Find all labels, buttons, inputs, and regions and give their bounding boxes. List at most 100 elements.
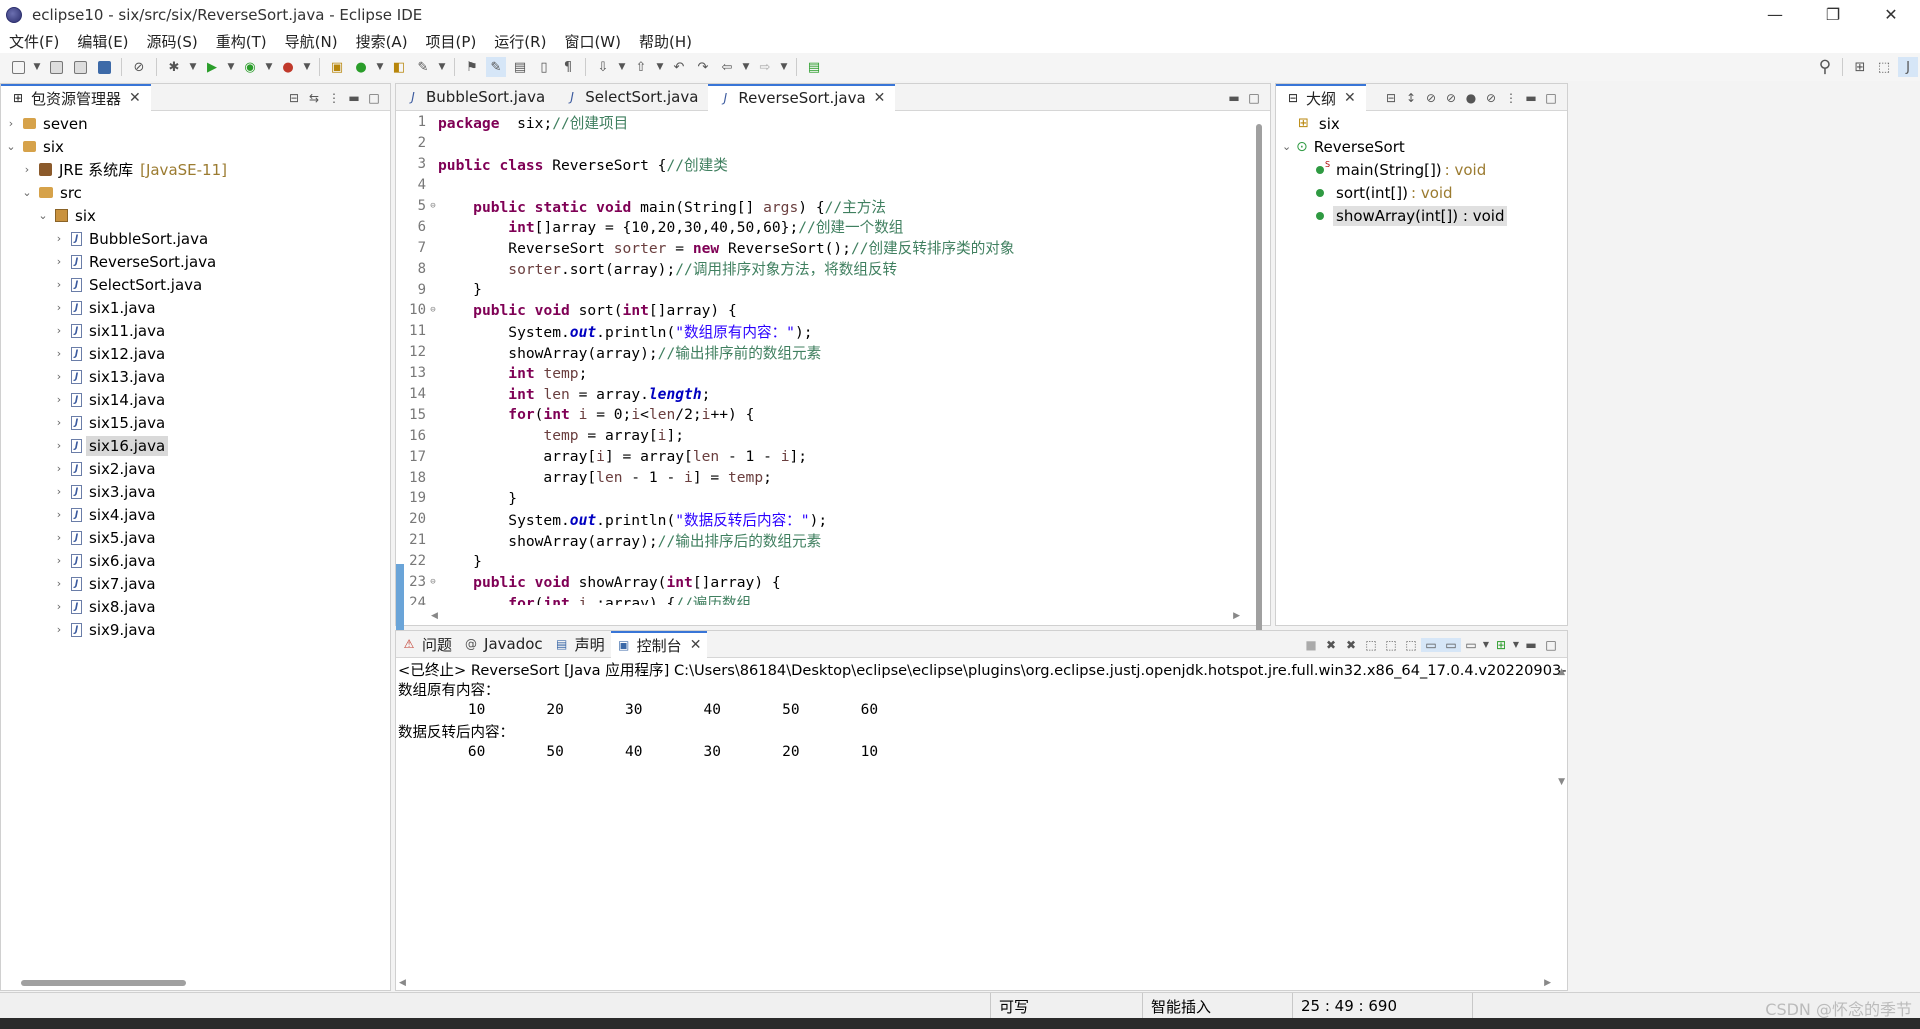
restore-button[interactable]: ❐ bbox=[1804, 0, 1862, 29]
menu-item[interactable]: 重构(T) bbox=[207, 31, 276, 52]
menu-item[interactable]: 项目(P) bbox=[417, 31, 486, 52]
next-annotation-icon[interactable]: ⇩ bbox=[593, 57, 613, 77]
pin-editor-icon[interactable]: ▤ bbox=[804, 57, 824, 77]
maximize-view-icon[interactable]: □ bbox=[364, 91, 384, 105]
forward-icon[interactable]: ⇨ bbox=[755, 57, 775, 77]
minimize-button[interactable]: — bbox=[1746, 0, 1804, 29]
tab-outline[interactable]: ⊟ 大纲 ✕ bbox=[1276, 83, 1366, 111]
fold-icon[interactable]: ⊖ bbox=[428, 201, 438, 211]
maximize-view-icon[interactable]: □ bbox=[1541, 91, 1561, 105]
search-dropdown-icon[interactable]: ▼ bbox=[437, 57, 447, 77]
chevron-right-icon[interactable]: › bbox=[51, 324, 67, 337]
chevron-right-icon[interactable]: › bbox=[51, 508, 67, 521]
minimize-view-icon[interactable]: ▬ bbox=[344, 91, 364, 105]
scroll-lock-icon[interactable]: ⬚ bbox=[1361, 638, 1381, 652]
outline-class[interactable]: ⌄ ⊙ ReverseSort bbox=[1276, 135, 1567, 158]
code-line[interactable]: 5 ⊖ public static void main(String[] args… bbox=[396, 196, 1240, 217]
display-console-icon[interactable]: ▭ bbox=[1461, 638, 1481, 652]
tree-item[interactable]: › Jsix8.java bbox=[1, 595, 390, 618]
tree-item[interactable]: › Jsix15.java bbox=[1, 411, 390, 434]
tree-item[interactable]: › Jsix7.java bbox=[1, 572, 390, 595]
scroll-right-icon[interactable]: ▶ bbox=[1233, 611, 1240, 621]
code-line[interactable]: 6 int[]array = {10,20,30,40,50,60};//创建一… bbox=[396, 216, 1240, 237]
debug-dropdown-icon[interactable]: ▼ bbox=[188, 57, 198, 77]
view-menu-icon[interactable]: ⋮ bbox=[324, 91, 344, 105]
menu-item[interactable]: 源码(S) bbox=[138, 31, 207, 52]
tree-item[interactable]: › J ReverseSort.java bbox=[1, 250, 390, 273]
chevron-right-icon[interactable]: › bbox=[51, 255, 67, 268]
back-dropdown-icon[interactable]: ▼ bbox=[741, 57, 751, 77]
tree-item[interactable]: › Jsix3.java bbox=[1, 480, 390, 503]
code-line[interactable]: 14 int len = array.length; bbox=[396, 384, 1240, 405]
vertical-scrollbar[interactable] bbox=[1256, 124, 1262, 714]
hide-static-icon[interactable]: ⊘ bbox=[1441, 91, 1461, 105]
chevron-right-icon[interactable]: › bbox=[51, 623, 67, 636]
close-icon[interactable]: ✕ bbox=[690, 637, 702, 653]
forward-edit-icon[interactable]: ↷ bbox=[693, 57, 713, 77]
display-dropdown-icon[interactable]: ▼ bbox=[1481, 640, 1491, 649]
java-ee-perspective-icon[interactable]: ⬚ bbox=[1874, 57, 1894, 77]
show-whitespace-icon[interactable]: ¶ bbox=[558, 57, 578, 77]
external-tools-dropdown-icon[interactable]: ▼ bbox=[302, 57, 312, 77]
word-wrap-console-icon[interactable]: ⬚ bbox=[1381, 638, 1401, 652]
editor-tab[interactable]: J ReverseSort.java ✕ bbox=[708, 83, 896, 111]
outline-package[interactable]: ⊞ six bbox=[1276, 112, 1567, 135]
show-on-output-icon[interactable]: ⬚ bbox=[1401, 638, 1421, 652]
pin-console-icon[interactable]: ▭ bbox=[1441, 637, 1461, 652]
tree-item[interactable]: › Jsix5.java bbox=[1, 526, 390, 549]
minimize-view-icon[interactable]: ▬ bbox=[1224, 91, 1244, 105]
tree-item[interactable]: › Jsix1.java bbox=[1, 296, 390, 319]
code-line[interactable]: 4 bbox=[396, 175, 1240, 196]
minimize-view-icon[interactable]: ▬ bbox=[1521, 638, 1541, 652]
chevron-right-icon[interactable]: › bbox=[51, 531, 67, 544]
menu-item[interactable]: 窗口(W) bbox=[555, 31, 630, 52]
close-icon[interactable]: ✕ bbox=[874, 90, 886, 106]
new-java-project-icon[interactable]: ▣ bbox=[327, 57, 347, 77]
chevron-right-icon[interactable]: › bbox=[51, 462, 67, 475]
chevron-right-icon[interactable]: › bbox=[51, 370, 67, 383]
fold-icon[interactable]: ⊖ bbox=[428, 305, 438, 315]
scroll-left-icon[interactable]: ◀ bbox=[431, 611, 438, 621]
code-line[interactable]: 3 public class ReverseSort {//创建类 bbox=[396, 154, 1240, 175]
code-line[interactable]: 16 temp = array[i]; bbox=[396, 425, 1240, 446]
terminate-icon[interactable]: ■ bbox=[1301, 638, 1321, 652]
new-dropdown-icon[interactable]: ▼ bbox=[32, 57, 42, 77]
collapse-all-icon[interactable]: ⊟ bbox=[1381, 91, 1401, 105]
menu-item[interactable]: 导航(N) bbox=[276, 31, 347, 52]
forward-dropdown-icon[interactable]: ▼ bbox=[779, 57, 789, 77]
chevron-right-icon[interactable]: › bbox=[19, 163, 35, 176]
open-type-icon[interactable]: ◧ bbox=[389, 57, 409, 77]
console-output[interactable]: <已终止> ReverseSort [Java 应用程序] C:\Users\8… bbox=[396, 659, 1567, 976]
tree-item[interactable]: › Jsix11.java bbox=[1, 319, 390, 342]
horizontal-scrollbar[interactable] bbox=[21, 980, 186, 986]
chevron-down-icon[interactable]: ⌄ bbox=[1282, 140, 1291, 153]
skip-breakpoints-icon[interactable]: ⊘ bbox=[129, 57, 149, 77]
code-line[interactable]: 24 for(int i :array) {//遍历数组 bbox=[396, 592, 1240, 605]
prev-annotation-dropdown-icon[interactable]: ▼ bbox=[655, 57, 665, 77]
hide-nonpublic-icon[interactable]: ● bbox=[1461, 91, 1481, 105]
scroll-down-icon[interactable]: ▼ bbox=[1558, 777, 1565, 787]
tree-item[interactable]: › Jsix6.java bbox=[1, 549, 390, 572]
code-line[interactable]: 22 } bbox=[396, 551, 1240, 572]
tree-item[interactable]: › Jsix13.java bbox=[1, 365, 390, 388]
coverage-dropdown-icon[interactable]: ▼ bbox=[264, 57, 274, 77]
external-tools-icon[interactable]: ● bbox=[278, 57, 298, 77]
outline-method[interactable]: showArray(int[]) : void bbox=[1276, 204, 1567, 227]
close-icon[interactable]: ✕ bbox=[1344, 90, 1356, 106]
hide-local-types-icon[interactable]: ⊘ bbox=[1481, 91, 1501, 105]
chevron-right-icon[interactable]: › bbox=[3, 117, 19, 130]
toggle-breadcrumb-icon[interactable]: ⚑ bbox=[462, 57, 482, 77]
bottom-tab[interactable]: @ Javadoc bbox=[458, 631, 549, 658]
chevron-right-icon[interactable]: › bbox=[51, 301, 67, 314]
code-line[interactable]: 8 sorter.sort(array);//调用排序对象方法，将数组反转 bbox=[396, 258, 1240, 279]
chevron-right-icon[interactable]: › bbox=[51, 278, 67, 291]
search-toolbar-icon[interactable]: ✎ bbox=[413, 57, 433, 77]
link-with-editor-icon[interactable]: ⇆ bbox=[304, 91, 324, 105]
code-line[interactable]: 1 package six;//创建项目 bbox=[396, 112, 1240, 133]
bottom-tab[interactable]: ▣ 控制台 ✕ bbox=[610, 630, 708, 658]
chevron-down-icon[interactable]: ⌄ bbox=[35, 209, 51, 222]
word-wrap-icon[interactable]: ▯ bbox=[534, 57, 554, 77]
collapse-all-icon[interactable]: ⊟ bbox=[284, 91, 304, 105]
scroll-left-icon[interactable]: ◀ bbox=[399, 978, 406, 988]
tree-item[interactable]: › J SelectSort.java bbox=[1, 273, 390, 296]
